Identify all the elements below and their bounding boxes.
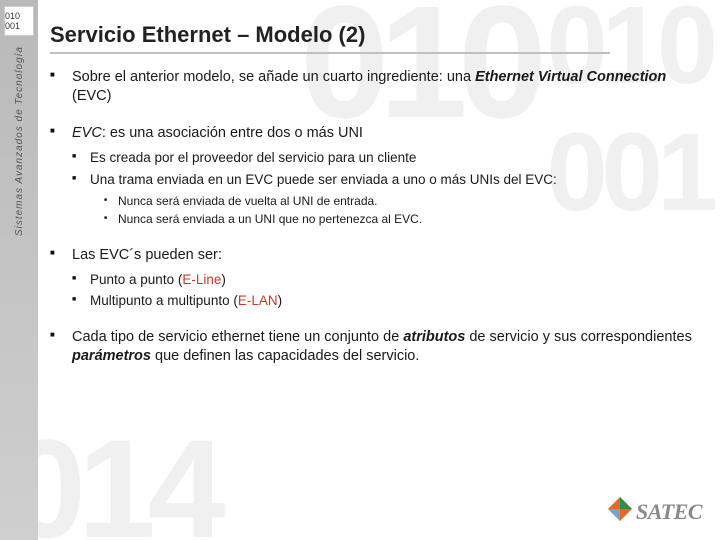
bullet-1-em: Ethernet Virtual Connection [475,69,666,85]
bullet-2-sub2-b: Nunca será enviada a un UNI que no perte… [104,212,704,228]
bullet-4-post: que definen las capacidades del servicio… [151,348,419,364]
bullet-3-sublist: Punto a punto (E-Line) Multipunto a mult… [72,271,704,310]
footer-logo: SATEC [606,495,702,528]
bullet-3: Las EVC´s pueden ser: Punto a punto (E-L… [50,246,704,310]
slide-content: Servicio Ethernet – Modelo (2) Sobre el … [50,22,704,384]
bullet-1-pre: Sobre el anterior modelo, se añade un cu… [72,69,475,85]
bullet-3-sub2-em: E-LAN [238,293,278,308]
bullet-4-em1: atributos [403,329,465,345]
footer-brand-text: SATEC [636,499,702,525]
bullet-3-sub1: Punto a punto (E-Line) [72,271,704,289]
bullet-3-sub2-pre: Multipunto a multipunto ( [90,293,238,308]
title-underline [50,52,610,54]
sidebar-logo-icon: 010 001 [4,6,34,36]
bullet-2: EVC: es una asociación entre dos o más U… [50,124,704,227]
bullet-2-sub2-text: Una trama enviada en un EVC puede ser en… [90,172,557,187]
bullet-4-pre: Cada tipo de servicio ethernet tiene un … [72,329,403,345]
bullet-1-post: (EVC) [72,88,111,104]
bullet-2-em: EVC [72,125,102,141]
bullet-2-sublist: Es creada por el proveedor del servicio … [72,149,704,227]
bullet-4: Cada tipo de servicio ethernet tiene un … [50,328,704,366]
bullet-3-sub1-pre: Punto a punto ( [90,272,182,287]
bullet-3-text: Las EVC´s pueden ser: [72,247,222,263]
bullet-4-mid: de servicio y sus correspondientes [465,329,691,345]
sidebar-vertical-title: Sistemas Avanzados de Tecnología [14,46,25,236]
bullet-4-em2: parámetros [72,348,151,364]
bullet-1: Sobre el anterior modelo, se añade un cu… [50,68,704,106]
bullet-2-sub2-a: Nunca será enviada de vuelta al UNI de e… [104,194,704,210]
bullet-2-rest: : es una asociación entre dos o más UNI [102,125,363,141]
bullet-2-sub2: Una trama enviada en un EVC puede ser en… [72,171,704,228]
footer-logo-icon [606,495,634,528]
bullet-2-sub2-list: Nunca será enviada de vuelta al UNI de e… [104,194,704,227]
watermark-digits: 014 [8,408,218,540]
bullet-3-sub2: Multipunto a multipunto (E-LAN) [72,292,704,310]
bullet-2-sub1: Es creada por el proveedor del servicio … [72,149,704,167]
sidebar: 010 001 Sistemas Avanzados de Tecnología [0,0,38,540]
bullet-3-sub2-post: ) [278,293,283,308]
bullet-3-sub1-em: E-Line [182,272,221,287]
sidebar-logo-text: 010 001 [5,11,33,31]
bullet-list: Sobre el anterior modelo, se añade un cu… [50,68,704,366]
page-title: Servicio Ethernet – Modelo (2) [50,22,704,48]
bullet-3-sub1-post: ) [221,272,226,287]
